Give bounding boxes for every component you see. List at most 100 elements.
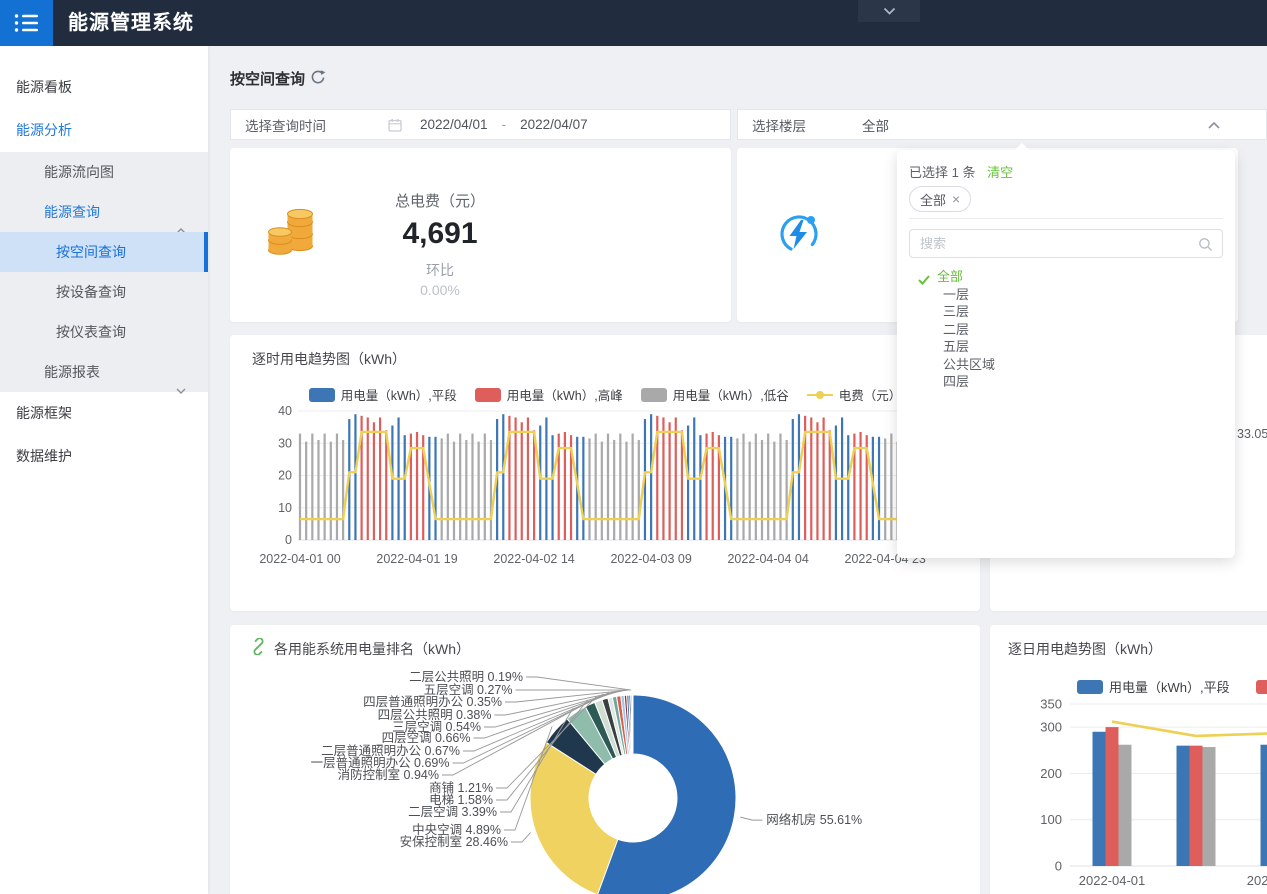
date-start-value[interactable]: 2022/04/01 xyxy=(420,117,488,132)
selected-tag-label: 全部 xyxy=(920,190,946,209)
bar xyxy=(478,442,480,540)
bar xyxy=(736,438,738,540)
sidebar-item-9[interactable]: 数据维护 xyxy=(0,435,208,478)
app-title: 能源管理系统 xyxy=(68,0,194,46)
bar xyxy=(471,434,473,540)
sidebar-item-1[interactable]: 能源分析 xyxy=(0,109,208,152)
selected-count-text: 已选择 1 条 xyxy=(909,165,975,180)
pie-label: 四层普通照明办公 0.35% xyxy=(363,694,502,709)
menu-toggle-button[interactable] xyxy=(0,0,53,46)
sidebar-item-4[interactable]: 按空间查询 xyxy=(0,232,208,272)
bar xyxy=(699,435,701,540)
sidebar-item-6[interactable]: 按仪表查询 xyxy=(0,312,208,352)
bar xyxy=(878,437,880,540)
tag-close-icon[interactable]: × xyxy=(952,191,960,207)
bar xyxy=(324,434,326,540)
legend-item-0[interactable]: 用电量（kWh）,平段 xyxy=(1077,677,1230,696)
dropdown-option-1[interactable]: 一层 xyxy=(897,286,1235,304)
bar xyxy=(373,422,375,540)
legend-item-1[interactable] xyxy=(1256,677,1267,696)
dropdown-option-4[interactable]: 五层 xyxy=(897,338,1235,356)
dropdown-notch xyxy=(1015,143,1029,157)
bar xyxy=(613,440,615,540)
bar xyxy=(687,426,689,540)
dropdown-search-input[interactable] xyxy=(910,230,1222,257)
bar xyxy=(761,440,763,540)
lightning-icon xyxy=(773,208,825,265)
sidebar-item-2[interactable]: 能源流向图 xyxy=(0,152,208,192)
bar xyxy=(675,417,677,540)
bar xyxy=(847,435,849,540)
y-axis-label: 0 xyxy=(285,533,292,547)
bar xyxy=(619,434,621,540)
sidebar-item-label: 按仪表查询 xyxy=(56,324,126,340)
sidebar-item-3[interactable]: 能源查询 xyxy=(0,192,208,232)
pie-slice-1[interactable] xyxy=(530,742,618,894)
calendar-icon xyxy=(388,118,402,132)
bar xyxy=(465,440,467,540)
y-axis-label: 200 xyxy=(1040,766,1062,781)
dropdown-option-0[interactable]: 全部 xyxy=(897,268,1235,286)
dropdown-divider xyxy=(909,218,1223,219)
dropdown-option-5[interactable]: 公共区域 xyxy=(897,356,1235,374)
y-axis-label: 350 xyxy=(1040,696,1062,711)
date-end-value[interactable]: 2022/04/07 xyxy=(520,117,588,132)
bar xyxy=(330,442,332,540)
bar xyxy=(490,440,492,540)
pie-label: 消防控制室 0.94% xyxy=(338,767,439,782)
bar xyxy=(638,440,640,540)
bar xyxy=(779,434,781,540)
bar xyxy=(404,435,406,540)
bar xyxy=(582,437,584,540)
dropdown-option-label: 公共区域 xyxy=(943,357,995,372)
sidebar-item-0[interactable]: 能源看板 xyxy=(0,66,208,109)
x-axis-label: 2022-04-03 xyxy=(1247,873,1267,888)
clear-selection-button[interactable]: 清空 xyxy=(987,165,1013,180)
y-axis-label: 40 xyxy=(278,404,292,418)
sidebar-item-label: 能源看板 xyxy=(16,79,72,95)
floor-select-filter[interactable]: 选择楼层 全部 xyxy=(737,109,1267,140)
refresh-icon[interactable] xyxy=(310,69,326,90)
date-separator: - xyxy=(502,117,507,132)
dropdown-option-2[interactable]: 三层 xyxy=(897,303,1235,321)
y-axis-label: 100 xyxy=(1040,812,1062,827)
bar xyxy=(539,426,541,540)
partial-axis-value: 33.05 xyxy=(1237,427,1267,441)
pie-chart: 网络机房 55.61%二层公共照明 0.19%五层空调 0.27%四层普通照明办… xyxy=(230,625,980,894)
bar xyxy=(625,442,627,540)
dropdown-option-6[interactable]: 四层 xyxy=(897,373,1235,391)
y-axis-label: 10 xyxy=(278,501,292,515)
chevron-down-icon xyxy=(883,7,896,15)
sidebar-item-8[interactable]: 能源框架 xyxy=(0,392,208,435)
y-axis-label: 20 xyxy=(278,469,292,483)
bar xyxy=(1106,727,1119,866)
bar xyxy=(835,426,837,540)
chevron-up-icon[interactable] xyxy=(1208,122,1220,129)
floor-select-value[interactable]: 全部 xyxy=(862,115,889,135)
bar xyxy=(515,417,517,540)
bar xyxy=(342,440,344,540)
legend-swatch xyxy=(1077,680,1103,694)
total-cost-text: 总电费（元） 4,691 环比 0.00% xyxy=(340,190,540,298)
coins-icon xyxy=(266,204,320,265)
bar xyxy=(588,438,590,540)
dropdown-option-3[interactable]: 二层 xyxy=(897,321,1235,339)
bar xyxy=(755,434,757,540)
bar xyxy=(749,442,751,540)
pie-leader-line xyxy=(740,817,762,820)
bar xyxy=(391,426,393,540)
header-dropdown-button[interactable] xyxy=(858,0,920,22)
dropdown-option-label: 全部 xyxy=(937,269,963,284)
sidebar-item-5[interactable]: 按设备查询 xyxy=(0,272,208,312)
bar xyxy=(527,417,529,540)
bar xyxy=(662,417,664,540)
bar xyxy=(305,442,307,540)
page-title: 按空间查询 xyxy=(230,68,305,89)
bar xyxy=(786,440,788,540)
date-range-filter[interactable]: 选择查询时间 2022/04/01 - 2022/04/07 xyxy=(230,109,731,140)
bar xyxy=(502,414,504,540)
floor-dropdown-panel: 已选择 1 条 清空 全部 × 全部一层三层二层五层公共区域四层 xyxy=(897,150,1235,558)
dropdown-option-label: 一层 xyxy=(943,287,969,302)
sidebar-item-7[interactable]: 能源报表 xyxy=(0,352,208,392)
bar xyxy=(453,442,455,540)
